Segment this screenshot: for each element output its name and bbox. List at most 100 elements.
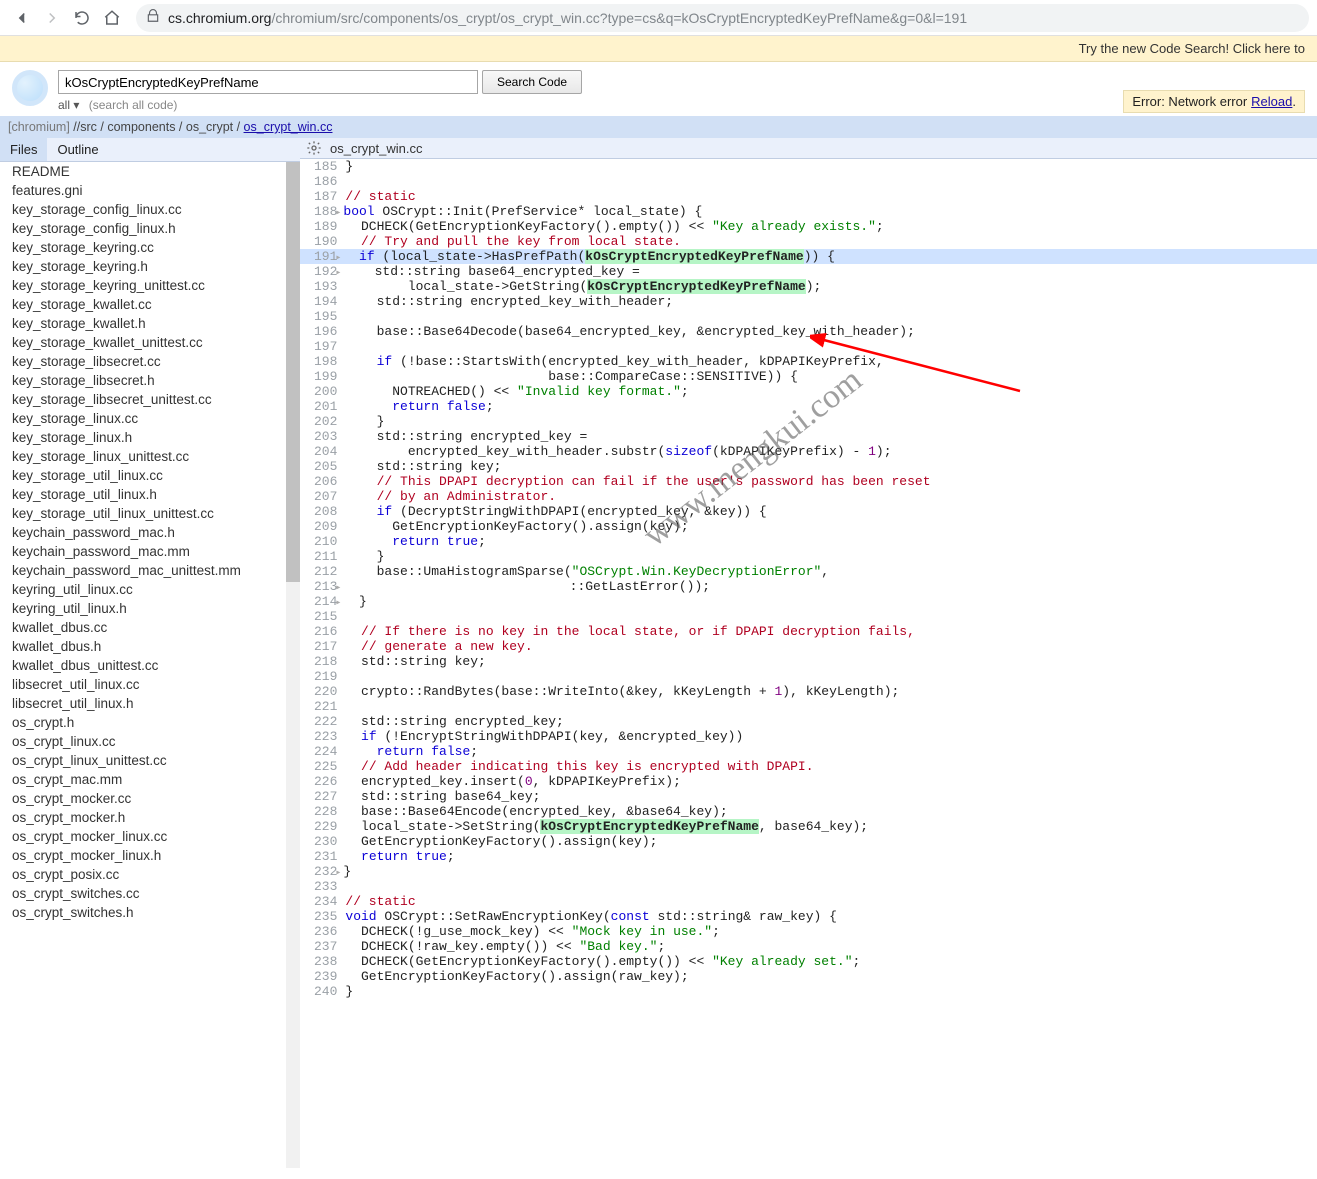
code-line[interactable]: 191▸ if (local_state->HasPrefPath(kOsCry… (300, 249, 1317, 264)
code-line[interactable]: 227 std::string base64_key; (300, 789, 1317, 804)
code-line[interactable]: 209 GetEncryptionKeyFactory().assign(key… (300, 519, 1317, 534)
file-item[interactable]: os_crypt_mocker_linux.h (0, 846, 300, 865)
line-number[interactable]: 221 (300, 699, 345, 714)
code-line[interactable]: 226 encrypted_key.insert(0, kDPAPIKeyPre… (300, 774, 1317, 789)
crumb-components[interactable]: components (107, 120, 175, 134)
line-number[interactable]: 231 (300, 849, 345, 864)
line-number[interactable]: 216 (300, 624, 345, 639)
code-line[interactable]: 232▸} (300, 864, 1317, 879)
back-button[interactable] (8, 4, 36, 32)
code-line[interactable]: 211 } (300, 549, 1317, 564)
code-line[interactable]: 214▸ } (300, 594, 1317, 609)
code-line[interactable]: 217 // generate a new key. (300, 639, 1317, 654)
line-number[interactable]: 187 (300, 189, 345, 204)
line-number[interactable]: 222 (300, 714, 345, 729)
line-number[interactable]: 194 (300, 294, 345, 309)
line-number[interactable]: 203 (300, 429, 345, 444)
file-item[interactable]: key_storage_kwallet_unittest.cc (0, 333, 300, 352)
code-line[interactable]: 193 local_state->GetString(kOsCryptEncry… (300, 279, 1317, 294)
file-item[interactable]: libsecret_util_linux.cc (0, 675, 300, 694)
code-line[interactable]: 190 // Try and pull the key from local s… (300, 234, 1317, 249)
code-line[interactable]: 231 return true; (300, 849, 1317, 864)
code-line[interactable]: 208 if (DecryptStringWithDPAPI(encrypted… (300, 504, 1317, 519)
search-scope[interactable]: all ▾ (search all code) (58, 98, 582, 112)
code-line[interactable]: 185} (300, 159, 1317, 174)
file-item[interactable]: key_storage_libsecret_unittest.cc (0, 390, 300, 409)
line-number[interactable]: 186 (300, 174, 345, 189)
code-line[interactable]: 225 // Add header indicating this key is… (300, 759, 1317, 774)
tab-files[interactable]: Files (0, 138, 47, 161)
line-number[interactable]: 236 (300, 924, 345, 939)
file-item[interactable]: key_storage_keyring.cc (0, 238, 300, 257)
file-item[interactable]: os_crypt_mocker.cc (0, 789, 300, 808)
line-number[interactable]: 208 (300, 504, 345, 519)
line-number[interactable]: 240 (300, 984, 345, 999)
code-line[interactable]: 201 return false; (300, 399, 1317, 414)
code-line[interactable]: 234// static (300, 894, 1317, 909)
code-line[interactable]: 230 GetEncryptionKeyFactory().assign(key… (300, 834, 1317, 849)
code-line[interactable]: 200 NOTREACHED() << "Invalid key format.… (300, 384, 1317, 399)
code-line[interactable]: 239 GetEncryptionKeyFactory().assign(raw… (300, 969, 1317, 984)
file-item[interactable]: key_storage_kwallet.cc (0, 295, 300, 314)
line-number[interactable]: 204 (300, 444, 345, 459)
crumb-oscrypt[interactable]: os_crypt (186, 120, 233, 134)
file-item[interactable]: key_storage_keyring.h (0, 257, 300, 276)
file-item[interactable]: os_crypt_mocker.h (0, 808, 300, 827)
code-line[interactable]: 188▸bool OSCrypt::Init(PrefService* loca… (300, 204, 1317, 219)
file-item[interactable]: os_crypt_mac.mm (0, 770, 300, 789)
line-number[interactable]: 226 (300, 774, 345, 789)
file-item[interactable]: os_crypt_linux.cc (0, 732, 300, 751)
code-line[interactable]: 194 std::string encrypted_key_with_heade… (300, 294, 1317, 309)
code-line[interactable]: 223 if (!EncryptStringWithDPAPI(key, &en… (300, 729, 1317, 744)
code-line[interactable]: 210 return true; (300, 534, 1317, 549)
code-scroll[interactable]: 185}186187// static188▸bool OSCrypt::Ini… (300, 159, 1317, 1168)
code-line[interactable]: 220 crypto::RandBytes(base::WriteInto(&k… (300, 684, 1317, 699)
code-line[interactable]: 195 (300, 309, 1317, 324)
crumb-src[interactable]: src (80, 120, 97, 134)
file-item[interactable]: os_crypt_linux_unittest.cc (0, 751, 300, 770)
code-line[interactable]: 233 (300, 879, 1317, 894)
line-number[interactable]: 229 (300, 819, 345, 834)
settings-icon[interactable] (306, 140, 322, 156)
line-number[interactable]: 210 (300, 534, 345, 549)
line-number[interactable]: 197 (300, 339, 345, 354)
file-item[interactable]: keyring_util_linux.cc (0, 580, 300, 599)
file-item[interactable]: os_crypt_posix.cc (0, 865, 300, 884)
file-item[interactable]: features.gni (0, 181, 300, 200)
line-number[interactable]: 237 (300, 939, 345, 954)
code-line[interactable]: 198 if (!base::StartsWith(encrypted_key_… (300, 354, 1317, 369)
line-number[interactable]: 211 (300, 549, 345, 564)
code-line[interactable]: 215 (300, 609, 1317, 624)
line-number[interactable]: 224 (300, 744, 345, 759)
crumb-project[interactable]: [chromium] (8, 120, 70, 134)
code-line[interactable]: 206 // This DPAPI decryption can fail if… (300, 474, 1317, 489)
code-line[interactable]: 216 // If there is no key in the local s… (300, 624, 1317, 639)
line-number[interactable]: 235 (300, 909, 345, 924)
line-number[interactable]: 198 (300, 354, 345, 369)
forward-button[interactable] (38, 4, 66, 32)
file-item[interactable]: keychain_password_mac.mm (0, 542, 300, 561)
code-line[interactable]: 237 DCHECK(!raw_key.empty()) << "Bad key… (300, 939, 1317, 954)
reload-button[interactable] (68, 4, 96, 32)
reload-link[interactable]: Reload (1251, 94, 1292, 109)
home-button[interactable] (98, 4, 126, 32)
line-number[interactable]: 200 (300, 384, 345, 399)
file-item[interactable]: key_storage_config_linux.h (0, 219, 300, 238)
line-number[interactable]: 217 (300, 639, 345, 654)
line-number[interactable]: 238 (300, 954, 345, 969)
line-number[interactable]: 212 (300, 564, 345, 579)
file-item[interactable]: key_storage_config_linux.cc (0, 200, 300, 219)
tab-outline[interactable]: Outline (47, 138, 108, 161)
line-number[interactable]: 228 (300, 804, 345, 819)
line-number[interactable]: 207 (300, 489, 345, 504)
line-number[interactable]: 206 (300, 474, 345, 489)
search-button[interactable]: Search Code (482, 70, 582, 94)
code-line[interactable]: 224 return false; (300, 744, 1317, 759)
code-line[interactable]: 199 base::CompareCase::SENSITIVE)) { (300, 369, 1317, 384)
line-number[interactable]: 196 (300, 324, 345, 339)
code-line[interactable]: 202 } (300, 414, 1317, 429)
line-number[interactable]: 199 (300, 369, 345, 384)
code-line[interactable]: 236 DCHECK(!g_use_mock_key) << "Mock key… (300, 924, 1317, 939)
line-number[interactable]: 233 (300, 879, 345, 894)
code-line[interactable]: 207 // by an Administrator. (300, 489, 1317, 504)
